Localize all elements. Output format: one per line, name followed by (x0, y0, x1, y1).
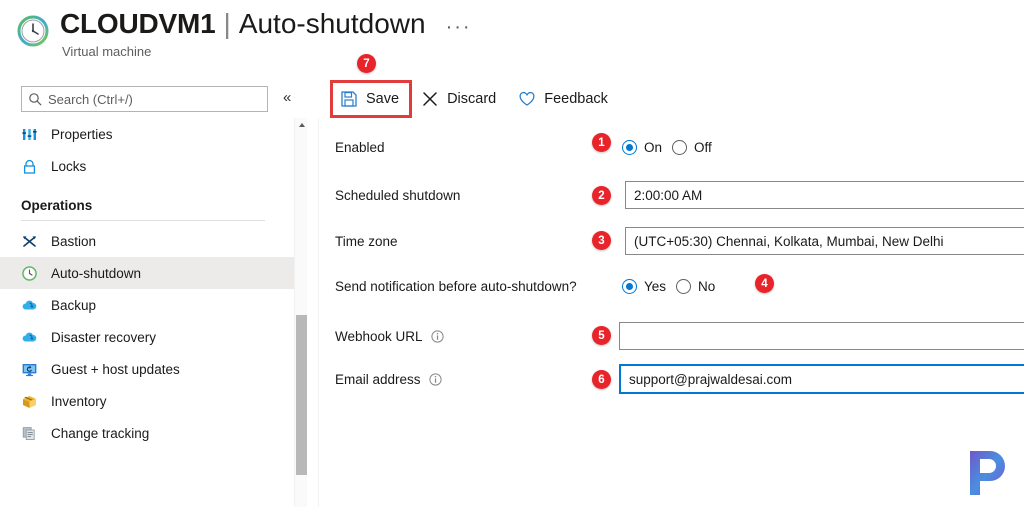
webhook-url-label: Webhook URL (335, 328, 423, 344)
form-row-enabled: Enabled On Off (319, 132, 1024, 162)
sidebar-item-label: Properties (51, 126, 113, 142)
step-badge-4: 4 (755, 274, 774, 293)
sidebar-search-box[interactable] (21, 86, 268, 112)
radio-indicator (622, 278, 637, 294)
enabled-radio-group: On Off (622, 139, 712, 155)
clock-icon (16, 14, 50, 48)
search-input[interactable] (48, 91, 261, 107)
page-title-resource-name: CLOUDVM1 (60, 8, 216, 39)
scheduled-shutdown-label: Scheduled shutdown (335, 187, 461, 203)
bastion-icon (21, 233, 38, 250)
scrollbar-thumb[interactable] (296, 315, 307, 475)
sidebar-nav: Properties Locks Operations Bastion Auto… (0, 118, 295, 507)
auto-shutdown-form: Enabled On Off Scheduled shutdown Time z… (318, 118, 1024, 507)
properties-icon (21, 126, 38, 143)
command-bar: Save Discard Feedback (330, 82, 618, 116)
discard-button-label: Discard (447, 91, 497, 107)
more-options-button[interactable]: ··· (446, 16, 472, 39)
send-notification-radio-yes-label: Yes (644, 278, 667, 294)
sidebar-item-guest-host-updates[interactable]: Guest + host updates (0, 353, 295, 385)
site-logo-watermark (963, 447, 1011, 499)
sidebar-item-disaster-recovery[interactable]: Disaster recovery (0, 321, 295, 353)
email-address-input[interactable] (619, 364, 1024, 394)
enabled-radio-off[interactable]: Off (672, 139, 712, 155)
save-button[interactable]: Save (330, 82, 409, 116)
sidebar-item-properties[interactable]: Properties (0, 118, 295, 150)
sidebar-item-locks[interactable]: Locks (0, 150, 295, 182)
step-badge-3: 3 (592, 231, 611, 250)
close-x-icon (421, 90, 439, 108)
form-row-webhook-url: Webhook URL (319, 321, 1024, 351)
webhook-url-input[interactable] (619, 322, 1024, 350)
radio-indicator (676, 278, 692, 294)
sidebar-item-inventory[interactable]: Inventory (0, 385, 295, 417)
page-title-separator: | (223, 8, 231, 39)
scheduled-shutdown-input[interactable] (625, 181, 1024, 209)
step-badge-2: 2 (592, 186, 611, 205)
search-icon (28, 92, 42, 106)
step-badge-1: 1 (592, 133, 611, 152)
info-icon[interactable] (430, 329, 444, 343)
sidebar-item-label: Change tracking (51, 425, 150, 441)
sidebar-item-backup[interactable]: Backup (0, 289, 295, 321)
time-zone-select[interactable] (625, 227, 1024, 255)
heart-icon (518, 90, 536, 108)
sidebar-section-title: Operations (21, 198, 93, 213)
form-row-send-notification: Send notification before auto-shutdown? … (319, 271, 1024, 301)
cloud-recovery-icon (21, 329, 38, 346)
step-badge-7: 7 (357, 54, 376, 73)
azure-portal-auto-shutdown-page: CLOUDVM1 | Auto-shutdown ··· Virtual mac… (0, 0, 1024, 507)
send-notification-radio-yes[interactable]: Yes (622, 278, 667, 294)
monitor-update-icon (21, 361, 38, 378)
webhook-url-label-wrap: Webhook URL (335, 329, 444, 344)
sidebar-section-divider (21, 220, 265, 221)
time-zone-label: Time zone (335, 233, 398, 249)
email-address-label-wrap: Email address (335, 372, 442, 387)
page-title-block: CLOUDVM1 | Auto-shutdown ··· Virtual mac… (16, 8, 472, 59)
radio-indicator (672, 139, 688, 155)
save-button-label: Save (366, 91, 400, 107)
sidebar-section-operations: Operations (0, 198, 295, 221)
sidebar-item-label: Locks (51, 158, 87, 174)
send-notification-radio-group: Yes No (622, 278, 716, 294)
scroll-up-arrow-icon[interactable] (295, 118, 308, 131)
page-title-section: Auto-shutdown (238, 8, 426, 39)
info-icon[interactable] (428, 372, 442, 386)
enabled-radio-on-label: On (644, 139, 663, 155)
radio-indicator (622, 139, 637, 155)
sidebar-item-label: Disaster recovery (51, 329, 157, 345)
cloud-backup-icon (21, 297, 38, 314)
inventory-box-icon (21, 393, 38, 410)
email-address-label: Email address (335, 371, 421, 387)
enabled-label: Enabled (335, 139, 385, 155)
step-badge-5: 5 (592, 326, 611, 345)
form-row-time-zone: Time zone (319, 226, 1024, 256)
change-tracking-icon (21, 425, 38, 442)
discard-button[interactable]: Discard (411, 82, 506, 116)
sidebar-item-label: Bastion (51, 233, 97, 249)
enabled-radio-off-label: Off (694, 139, 712, 155)
page-subtitle: Virtual machine (62, 44, 152, 59)
send-notification-radio-no[interactable]: No (676, 278, 716, 294)
sidebar-item-label: Guest + host updates (51, 361, 180, 377)
save-disk-icon (340, 90, 358, 108)
sidebar-item-label: Inventory (51, 393, 107, 409)
sidebar-item-bastion[interactable]: Bastion (0, 225, 295, 257)
clock-icon (21, 265, 38, 282)
form-row-email-address: Email address (319, 364, 1024, 394)
sidebar-item-change-tracking[interactable]: Change tracking (0, 417, 295, 449)
sidebar-item-label: Backup (51, 297, 97, 313)
feedback-button-label: Feedback (544, 91, 608, 107)
send-notification-radio-no-label: No (698, 278, 716, 294)
step-badge-6: 6 (592, 370, 611, 389)
lock-icon (21, 158, 38, 175)
sidebar-item-label: Auto-shutdown (51, 265, 142, 281)
enabled-radio-on[interactable]: On (622, 139, 663, 155)
collapse-panel-chevron[interactable]: « (283, 89, 291, 106)
sidebar-scrollbar[interactable] (294, 118, 307, 507)
sidebar-item-auto-shutdown[interactable]: Auto-shutdown (0, 257, 295, 289)
feedback-button[interactable]: Feedback (508, 82, 618, 116)
form-row-scheduled-shutdown: Scheduled shutdown (319, 180, 1024, 210)
send-notification-label: Send notification before auto-shutdown? (335, 278, 577, 294)
